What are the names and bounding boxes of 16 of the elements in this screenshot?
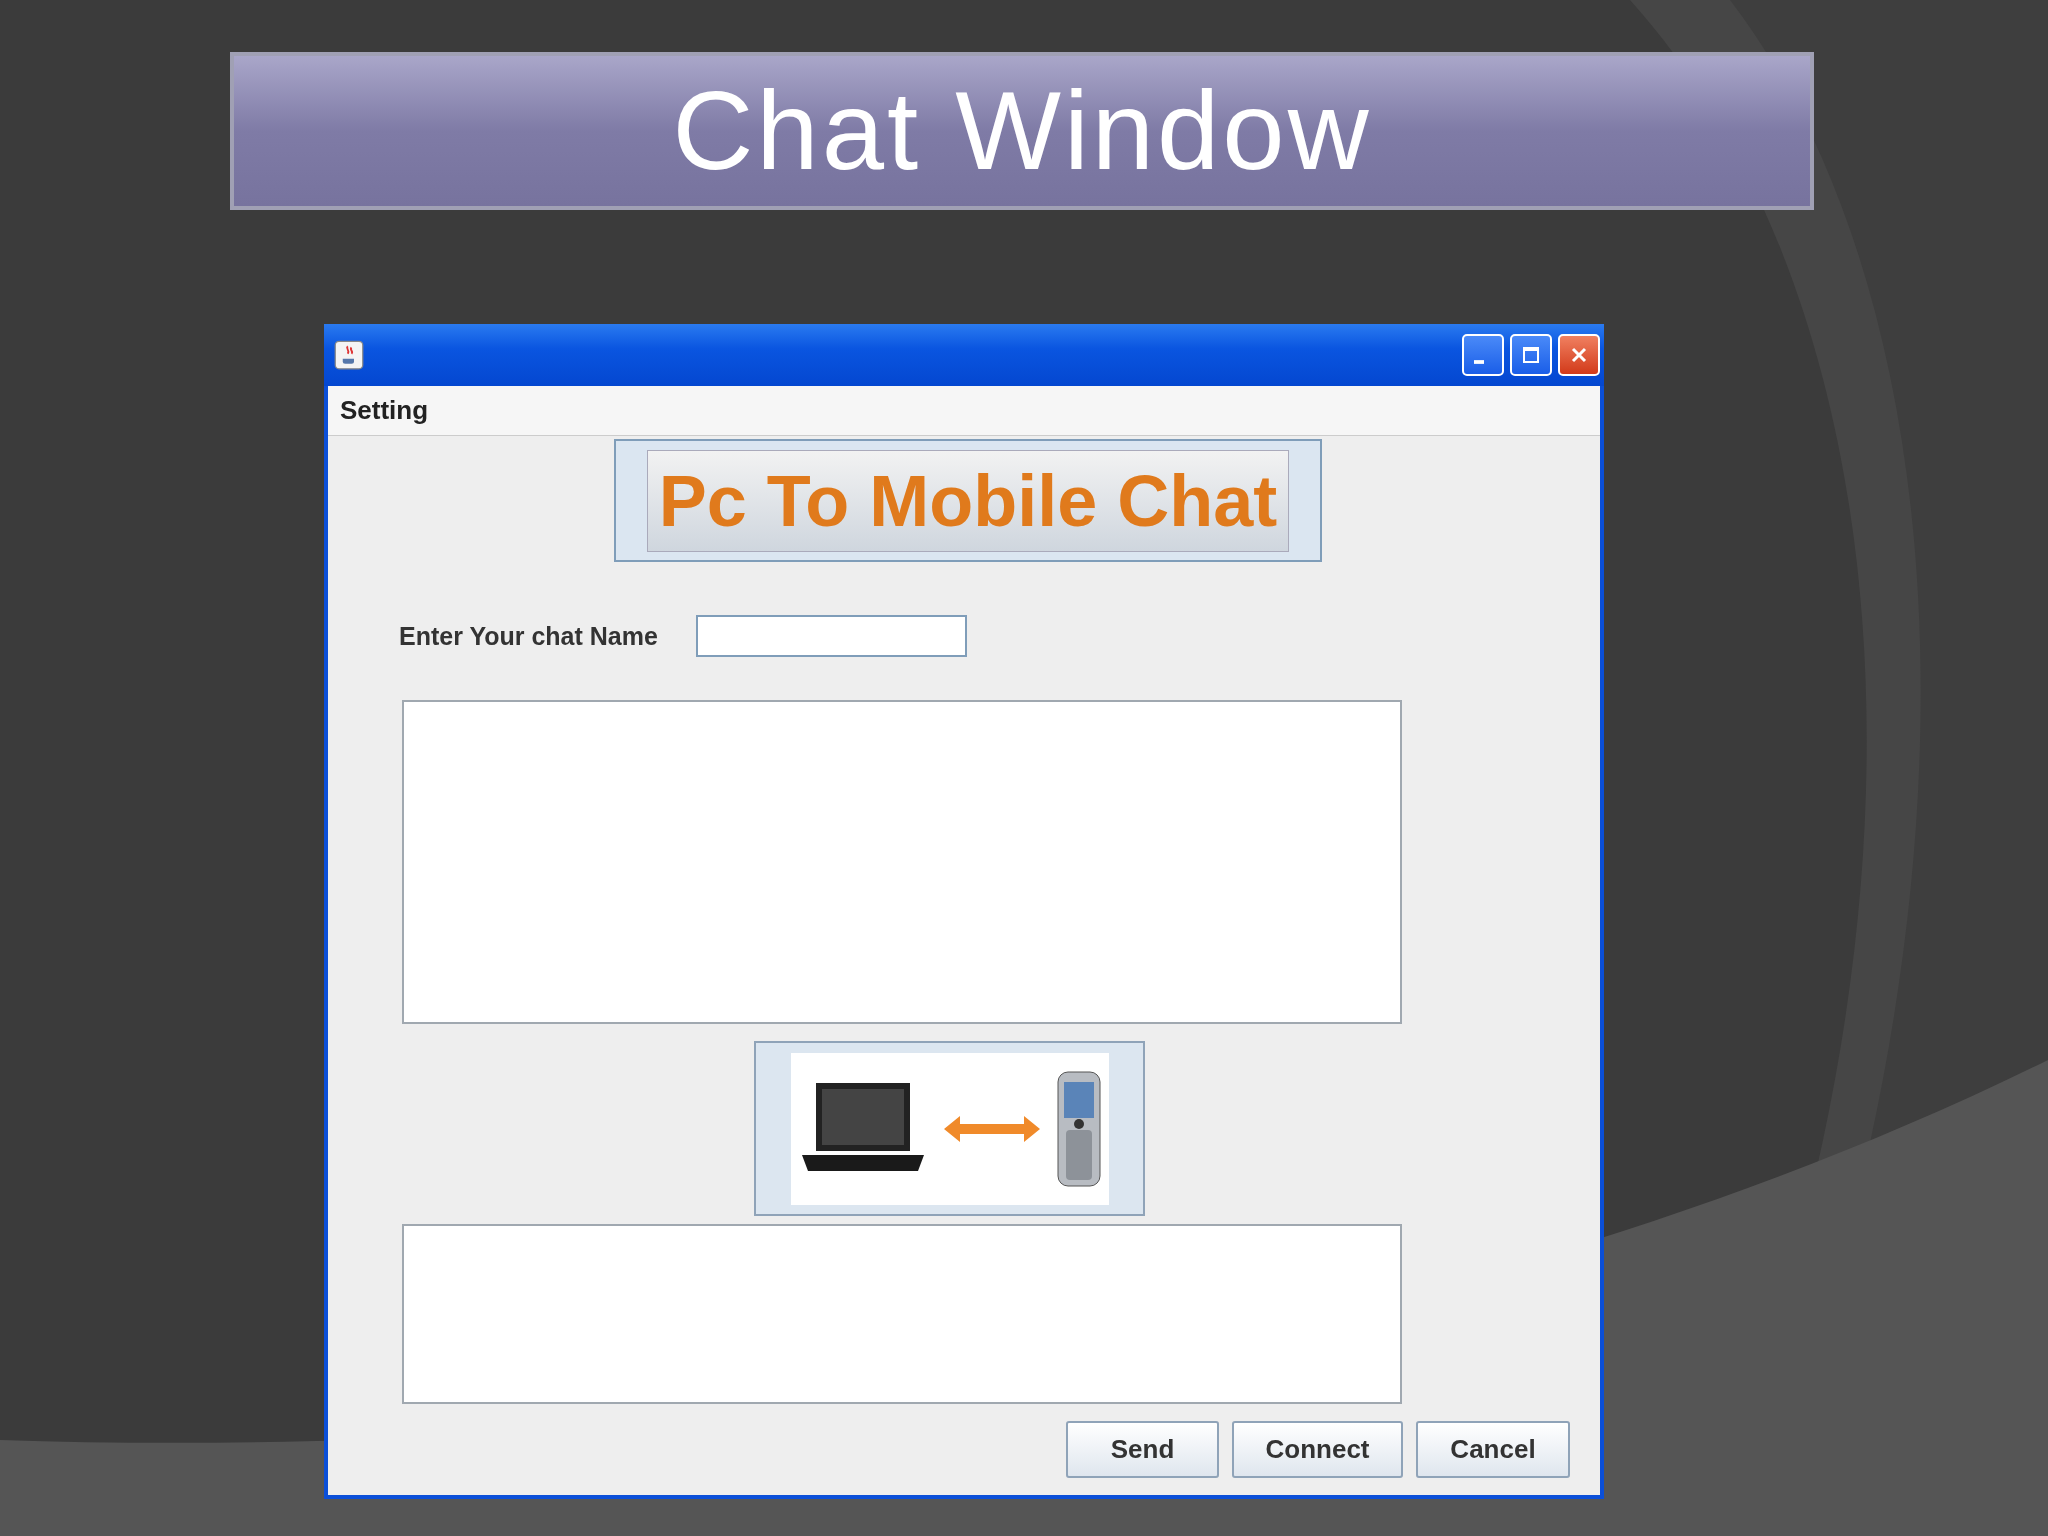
maximize-button[interactable] [1510,334,1552,376]
slide-title: Chat Window [230,52,1814,210]
menu-item[interactable]: Setting [340,395,429,426]
name-field[interactable] [695,615,967,657]
minimize-button[interactable] [1462,334,1504,376]
phone-icon [1055,1069,1102,1188]
close-icon [1569,345,1589,365]
maximize-icon [1521,345,1541,365]
dialog-button[interactable]: Send [1066,1421,1219,1478]
close-button[interactable] [1558,334,1600,376]
minimize-icon [1474,360,1484,364]
field-label: Enter Your chat Name [399,621,658,651]
app-logo: Pc To Mobile Chat [647,449,1289,552]
dialog-button[interactable]: Cancel [1416,1421,1570,1478]
dialog-button[interactable]: Connect [1232,1421,1403,1478]
cup-icon [334,340,364,370]
